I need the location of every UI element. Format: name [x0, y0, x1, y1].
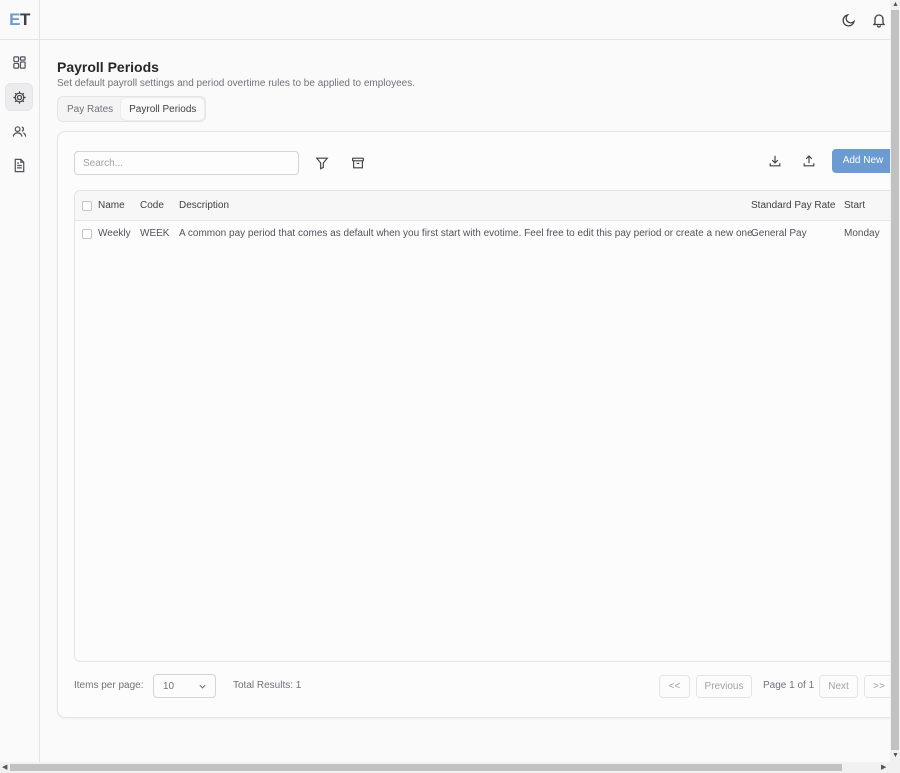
- sidebar: ET: [0, 0, 40, 773]
- items-per-page-value: 10: [163, 681, 175, 692]
- filter-icon[interactable]: [315, 156, 329, 170]
- cell-description: A common pay period that comes as defaul…: [179, 228, 756, 239]
- users-icon: [12, 125, 26, 137]
- sidebar-item-documents[interactable]: [5, 151, 33, 179]
- cell-code: WEEK: [140, 228, 170, 239]
- archive-icon[interactable]: [351, 156, 365, 170]
- column-header-standard-pay-rate[interactable]: Standard Pay Rate: [751, 200, 836, 211]
- data-table: Name Code Description Standard Pay Rate …: [74, 190, 900, 662]
- row-checkbox[interactable]: [82, 229, 92, 239]
- page-info: Page 1 of 1: [763, 680, 815, 691]
- add-new-button[interactable]: Add New: [832, 149, 894, 173]
- gear-icon: [12, 90, 26, 104]
- scroll-right-arrow[interactable]: ▶: [881, 764, 886, 772]
- document-icon: [14, 158, 24, 172]
- tab-payroll-periods[interactable]: Payroll Periods: [121, 98, 205, 120]
- scroll-left-arrow[interactable]: ◀: [2, 764, 7, 772]
- vertical-scrollbar-thumb[interactable]: [891, 10, 899, 750]
- sidebar-item-settings[interactable]: [5, 83, 33, 111]
- page-title: Payroll Periods: [57, 59, 159, 75]
- moon-icon[interactable]: [841, 12, 857, 28]
- column-header-code[interactable]: Code: [140, 200, 164, 211]
- sidebar-item-users[interactable]: [5, 117, 33, 145]
- tab-pay-rates[interactable]: Pay Rates: [59, 98, 121, 120]
- column-header-name[interactable]: Name: [98, 200, 125, 211]
- scroll-up-arrow[interactable]: ▲: [892, 1, 899, 9]
- logo-letter-e: E: [9, 9, 20, 29]
- first-page-button[interactable]: <<: [659, 675, 690, 698]
- next-page-button[interactable]: Next: [819, 675, 858, 698]
- page-subtitle: Set default payroll settings and period …: [57, 78, 415, 89]
- logo-letter-t: T: [19, 9, 30, 29]
- cell-name: Weekly: [98, 228, 131, 239]
- dashboard-icon: [12, 55, 26, 69]
- chevron-down-icon: [199, 684, 206, 689]
- scroll-down-arrow[interactable]: ▼: [892, 752, 899, 760]
- cell-standard-pay-rate: General Pay: [751, 228, 807, 239]
- upload-icon[interactable]: [802, 154, 816, 168]
- horizontal-scrollbar-thumb[interactable]: [10, 764, 842, 771]
- download-icon[interactable]: [768, 154, 782, 168]
- items-per-page-label: Items per page:: [74, 680, 144, 691]
- top-bar: [40, 0, 890, 40]
- cell-start: Monday: [844, 228, 880, 239]
- search-input[interactable]: [74, 151, 299, 175]
- select-all-checkbox[interactable]: [82, 201, 92, 211]
- items-per-page-select[interactable]: 10: [153, 674, 216, 698]
- previous-page-button[interactable]: Previous: [696, 675, 752, 698]
- tab-list: Pay Rates Payroll Periods: [57, 96, 207, 122]
- app-logo[interactable]: ET: [0, 0, 39, 40]
- column-header-description[interactable]: Description: [179, 200, 229, 211]
- total-results: Total Results: 1: [233, 680, 302, 691]
- bell-icon[interactable]: [871, 12, 887, 28]
- column-header-start[interactable]: Start: [844, 200, 865, 211]
- sidebar-item-dashboard[interactable]: [5, 48, 33, 76]
